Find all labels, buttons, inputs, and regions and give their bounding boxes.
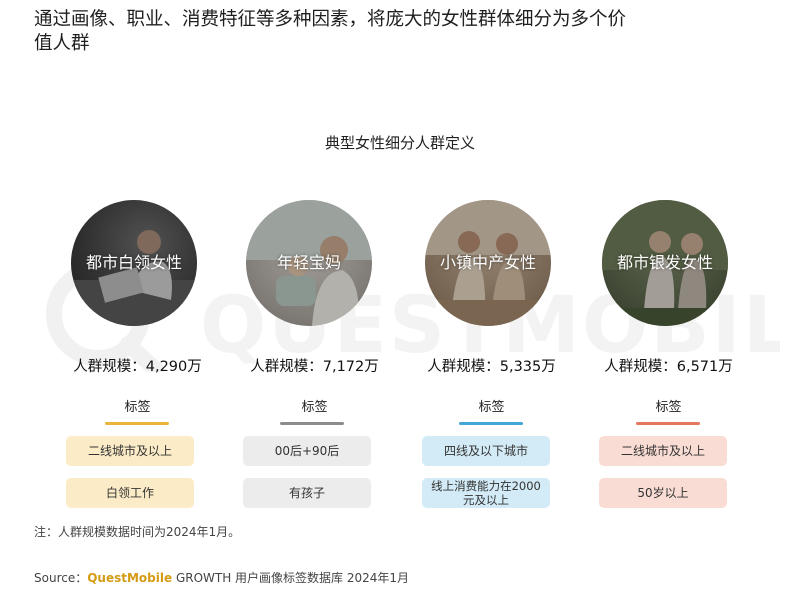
tag-pill: 00后+90后 [243,436,371,466]
segment-scale: 人群规模：7,172万 [250,359,379,375]
segment-name: 年轻宝妈 [276,253,341,272]
accent-underline [459,422,523,425]
segment-name: 都市白领女性 [85,253,182,272]
segment-name: 都市银发女性 [616,253,713,272]
tag-pill: 二线城市及以上 [599,436,727,466]
tag-section-title: 标签 [478,400,505,415]
page-headline: 通过画像、职业、消费特征等多种因素，将庞大的女性群体细分为多个价值人群 [34,9,627,54]
tag-pill: 有孩子 [243,478,371,508]
source-brand: QuestMobile [87,571,173,585]
segment-photo-young-mom: 年轻宝妈 [246,200,372,326]
tag-pill: 50岁以上 [599,478,727,508]
tag-section-title: 标签 [655,400,682,415]
segment-photo-town-middle-class: 小镇中产女性 [425,200,551,326]
segment-name: 小镇中产女性 [439,253,536,272]
tag-pill: 线上消费能力在2000元及以上 [422,478,550,508]
source-rest: GROWTH 用户画像标签数据库 2024年1月 [172,571,410,585]
segment-scale: 人群规模：4,290万 [73,359,202,375]
footnote: 注：人群规模数据时间为2024年1月。 [34,525,241,539]
source-line: Source：QuestMobile GROWTH 用户画像标签数据库 2024… [34,569,409,586]
tag-section-title: 标签 [301,400,328,415]
segment-photo-urban-silver: 都市银发女性 [602,200,728,326]
accent-underline [280,422,344,425]
tag-pill: 二线城市及以上 [66,436,194,466]
accent-underline [105,422,169,425]
segment-scale: 人群规模：6,571万 [604,359,733,375]
tag-section-title: 标签 [124,400,151,415]
tag-pill: 四线及以下城市 [422,436,550,466]
source-prefix: Source： [34,571,88,585]
segment-scale: 人群规模：5,335万 [427,359,556,375]
tag-pill: 白领工作 [66,478,194,508]
segment-photo-urban-white-collar: 都市白领女性 [71,200,197,326]
accent-underline [636,422,700,425]
section-title: 典型女性细分人群定义 [324,134,475,152]
